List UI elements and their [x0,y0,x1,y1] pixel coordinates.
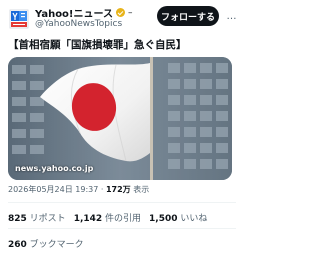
account-name-line[interactable]: Yahoo!ニュース – [35,5,133,21]
meta-separator: · [100,185,104,194]
tweet-meta-line: 2026年05月24日 19:37 · 172万 表示 [8,184,149,195]
reposts-count: 825 [8,214,27,224]
bookmarks-label: ブックマーク [29,240,84,250]
bookmarks-count: 260 [8,240,27,250]
divider-top [8,202,236,203]
reposts-label: リポスト [29,214,66,224]
tweet-text: 【首相宿願「国旗損壊罪」急ぐ自民】 [8,39,187,51]
engagement-stats: 825 リポスト 1,142 件の引用 1,500 いいね [8,211,207,224]
quotes-stat[interactable]: 1,142 件の引用 [74,211,141,224]
views-label: 表示 [133,185,150,194]
media-source-caption: news.yahoo.co.jp [15,164,94,173]
follow-button[interactable]: フォローする [157,6,219,26]
yahoo-news-logo-icon [8,8,30,30]
account-avatar[interactable] [8,8,30,30]
quotes-count: 1,142 [73,214,103,224]
likes-count: 1,500 [149,214,178,224]
verified-badge-icon [116,8,125,17]
more-options-icon[interactable]: … [224,8,238,24]
bookmarks-stat[interactable]: 260 ブックマーク [8,237,84,250]
account-display-name[interactable]: Yahoo!ニュース [35,5,113,20]
views-count: 172万 [105,185,131,194]
tweet-timestamp[interactable]: 2026年05月24日 19:37 [8,185,98,194]
reposts-stat[interactable]: 825 リポスト [8,211,66,224]
quotes-label: 件の引用 [105,214,142,224]
tweet-header: Yahoo!ニュース – @YahooNewsTopics フォローする … [0,0,240,34]
account-handle[interactable]: @YahooNewsTopics [35,19,122,29]
likes-stat[interactable]: 1,500 いいね [149,211,207,224]
tweet-media-card[interactable]: news.yahoo.co.jp [8,57,232,180]
likes-label: いいね [180,214,208,224]
divider-middle [8,228,236,229]
flag-photo-image [8,57,232,180]
account-name-extra: – [128,7,133,18]
